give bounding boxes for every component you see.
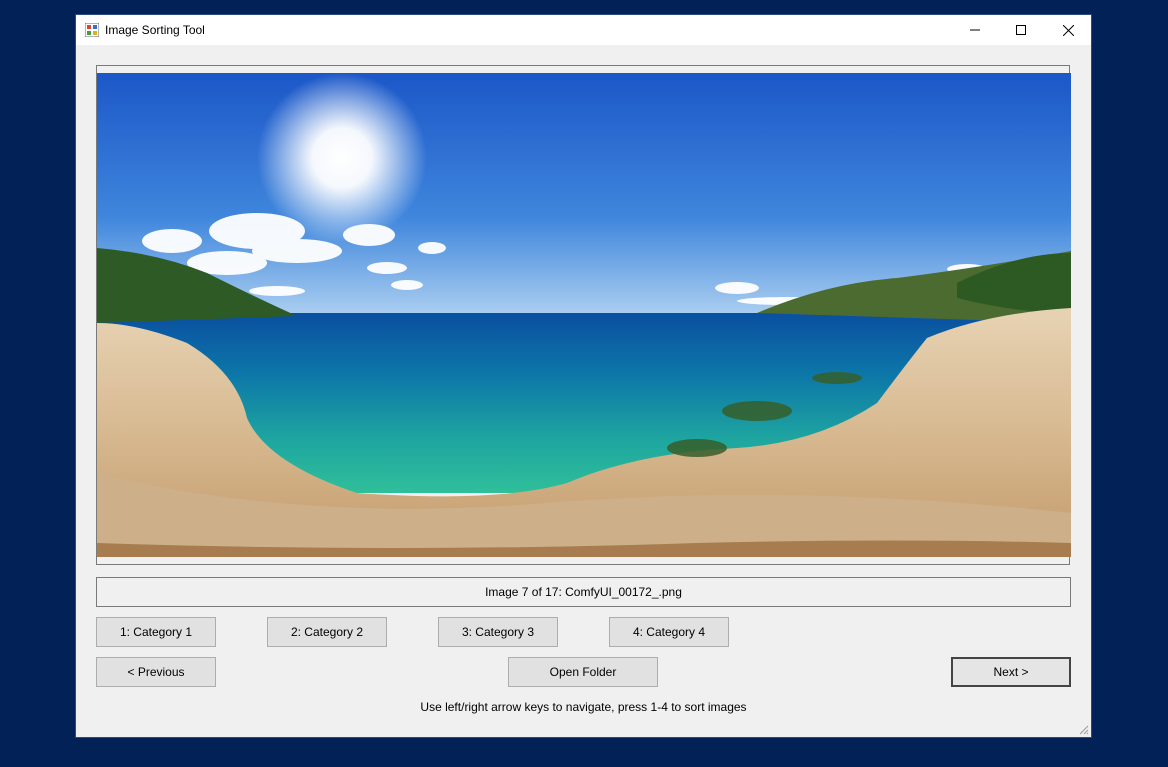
app-window: Image Sorting Tool Image 7 of 17: ComfyU…	[76, 15, 1091, 737]
category-2-button[interactable]: 2: Category 2	[267, 617, 387, 647]
category-3-button[interactable]: 3: Category 3	[438, 617, 558, 647]
app-icon	[85, 23, 99, 37]
category-1-button[interactable]: 1: Category 1	[96, 617, 216, 647]
maximize-icon	[1016, 25, 1026, 35]
open-folder-button[interactable]: Open Folder	[508, 657, 658, 687]
window-title: Image Sorting Tool	[105, 23, 205, 37]
minimize-icon	[970, 29, 980, 31]
close-icon	[1062, 24, 1074, 36]
next-button[interactable]: Next >	[951, 657, 1071, 687]
resize-grip-icon[interactable]	[1077, 723, 1089, 735]
previous-button[interactable]: < Previous	[96, 657, 216, 687]
category-4-button[interactable]: 4: Category 4	[609, 617, 729, 647]
panorama-image	[97, 73, 1071, 557]
status-bar: Image 7 of 17: ComfyUI_00172_.png	[96, 577, 1071, 607]
close-button[interactable]	[1045, 15, 1091, 45]
title-bar[interactable]: Image Sorting Tool	[76, 15, 1091, 45]
keyboard-hint: Use left/right arrow keys to navigate, p…	[420, 700, 747, 714]
maximize-button[interactable]	[998, 15, 1044, 45]
minimize-button[interactable]	[952, 15, 998, 45]
